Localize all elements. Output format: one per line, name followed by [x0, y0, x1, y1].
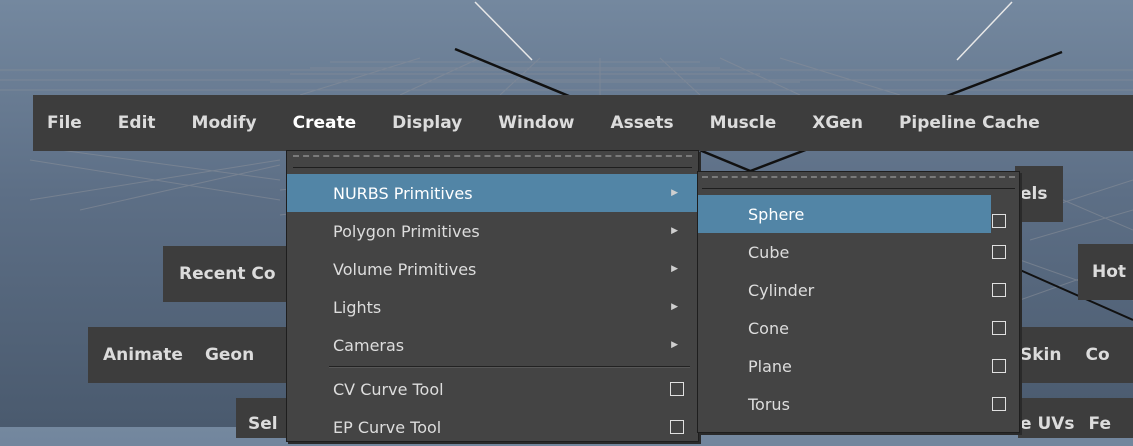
main-menubar: File Edit Modify Create Display Window A…	[33, 95, 1133, 151]
menu-item-label: NURBS Primitives	[333, 183, 473, 203]
menu-item-polygon-primitives[interactable]: Polygon Primitives ▶	[287, 212, 698, 250]
menu-xgen[interactable]: XGen	[812, 113, 863, 133]
menu-separator	[329, 366, 690, 368]
menu-item-cameras[interactable]: Cameras ▶	[287, 326, 698, 364]
submenu-item-cone[interactable]: Cone	[698, 309, 1019, 347]
hotbox-animate[interactable]: Animate	[103, 345, 183, 365]
submenu-arrow-icon: ▶	[671, 340, 678, 350]
tearoff-handle[interactable]	[293, 155, 692, 168]
hotbox-fe[interactable]: Fe	[1089, 414, 1111, 434]
option-box-icon[interactable]	[992, 397, 1006, 411]
menu-item-cv-curve-tool[interactable]: CV Curve Tool	[287, 370, 698, 408]
menu-muscle[interactable]: Muscle	[710, 113, 777, 133]
camera-line-left	[474, 1, 533, 61]
option-box-icon[interactable]	[992, 214, 1006, 228]
menu-item-label: EP Curve Tool	[333, 417, 442, 437]
menu-item-nurbs-primitives[interactable]: NURBS Primitives ▶	[287, 174, 698, 212]
submenu-arrow-icon: ▶	[671, 188, 678, 198]
submenu-item-label: Cylinder	[748, 280, 815, 300]
tearoff-handle[interactable]	[702, 176, 1015, 189]
option-box-icon[interactable]	[992, 321, 1006, 335]
menu-item-label: Polygon Primitives	[333, 221, 480, 241]
hotbox-skin[interactable]: Skin	[1020, 345, 1061, 365]
submenu-item-cylinder[interactable]: Cylinder	[698, 271, 1019, 309]
hotbox-menuset-row: Animate Geon	[88, 327, 288, 383]
submenu-arrow-icon: ▶	[671, 302, 678, 312]
option-box-icon[interactable]	[670, 420, 684, 434]
submenu-item-label: Torus	[748, 394, 790, 414]
hotbox-hot-label: Hot	[1092, 262, 1127, 282]
submenu-item-plane[interactable]: Plane	[698, 347, 1019, 385]
create-menu: NURBS Primitives ▶ Polygon Primitives ▶ …	[286, 150, 699, 442]
hotbox-geometry[interactable]: Geon	[205, 345, 254, 365]
camera-line-right	[956, 1, 1013, 61]
menu-item-label: Cameras	[333, 335, 405, 355]
submenu-item-sphere[interactable]: Sphere	[698, 195, 991, 233]
menu-window[interactable]: Window	[498, 113, 574, 133]
menu-item-volume-primitives[interactable]: Volume Primitives ▶	[287, 250, 698, 288]
hotbox-recent-commands[interactable]: Recent Co	[163, 246, 288, 302]
hotbox-recent-label: Recent Co	[179, 264, 276, 284]
menu-modify[interactable]: Modify	[192, 113, 257, 133]
menu-create[interactable]: Create	[293, 113, 357, 133]
hotbox-els[interactable]: els	[1015, 166, 1063, 222]
menu-item-ep-curve-tool[interactable]: EP Curve Tool	[287, 408, 698, 446]
hotbox-els-label: els	[1020, 184, 1048, 204]
nurbs-primitives-submenu: Sphere Cube Cylinder Cone Plane Torus	[697, 171, 1020, 433]
hotbox-select[interactable]: Sel	[236, 398, 292, 438]
submenu-item-label: Plane	[748, 356, 792, 376]
menu-item-label: Lights	[333, 297, 382, 317]
menu-file[interactable]: File	[47, 113, 82, 133]
menu-item-label: CV Curve Tool	[333, 379, 444, 399]
submenu-item-label: Cube	[748, 242, 790, 262]
submenu-arrow-icon: ▶	[671, 264, 678, 274]
hotbox-uvs[interactable]: e UVs	[1020, 414, 1075, 434]
hotbox-uvs-row: e UVs Fe	[1018, 398, 1133, 438]
option-box-icon[interactable]	[992, 359, 1006, 373]
menu-display[interactable]: Display	[392, 113, 462, 133]
menu-pipeline-cache[interactable]: Pipeline Cache	[899, 113, 1040, 133]
hotbox-con[interactable]: Co	[1085, 345, 1109, 365]
hotbox-sel-label: Sel	[248, 414, 278, 434]
option-box-icon[interactable]	[670, 382, 684, 396]
submenu-arrow-icon: ▶	[671, 226, 678, 236]
submenu-item-cube[interactable]: Cube	[698, 233, 1019, 271]
option-box-icon[interactable]	[992, 245, 1006, 259]
submenu-item-torus[interactable]: Torus	[698, 385, 1019, 423]
submenu-item-label: Sphere	[748, 204, 805, 224]
hotbox-hot[interactable]: Hot	[1078, 244, 1133, 300]
menu-item-label: Volume Primitives	[333, 259, 477, 279]
menu-assets[interactable]: Assets	[610, 113, 673, 133]
menu-edit[interactable]: Edit	[118, 113, 156, 133]
menu-item-lights[interactable]: Lights ▶	[287, 288, 698, 326]
submenu-item-label: Cone	[748, 318, 789, 338]
option-box-icon[interactable]	[992, 283, 1006, 297]
hotbox-menuset-row-right: Skin Co	[1018, 327, 1133, 383]
